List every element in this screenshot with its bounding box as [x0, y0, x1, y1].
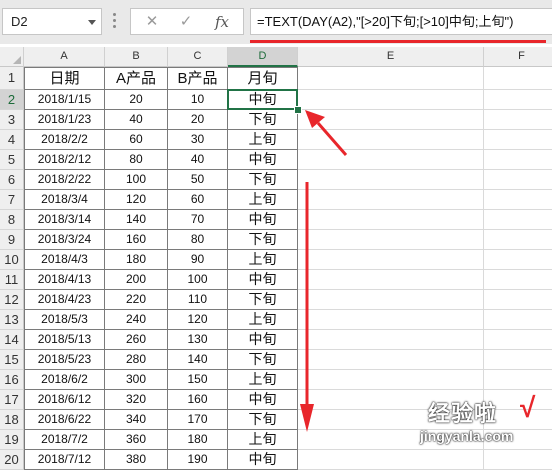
table-cell[interactable]: 190 [168, 450, 228, 470]
annotation-arrows [300, 110, 348, 432]
row-header-20[interactable]: 20 [0, 450, 24, 470]
table-cell[interactable]: 中旬 [228, 450, 298, 470]
watermark-text: 经验啦 [428, 402, 498, 427]
check-icon: √ [520, 392, 536, 423]
watermark-url: jingyanla.com [420, 428, 514, 444]
table-cell[interactable]: 2018/7/12 [24, 450, 105, 470]
watermark: 经验啦 √ jingyanla.com [420, 392, 550, 452]
cell[interactable] [298, 450, 484, 470]
cell[interactable] [484, 450, 552, 470]
arrow-down-icon [300, 182, 314, 432]
table-cell[interactable]: 380 [105, 450, 168, 470]
arrow-to-selection-icon [305, 110, 348, 156]
